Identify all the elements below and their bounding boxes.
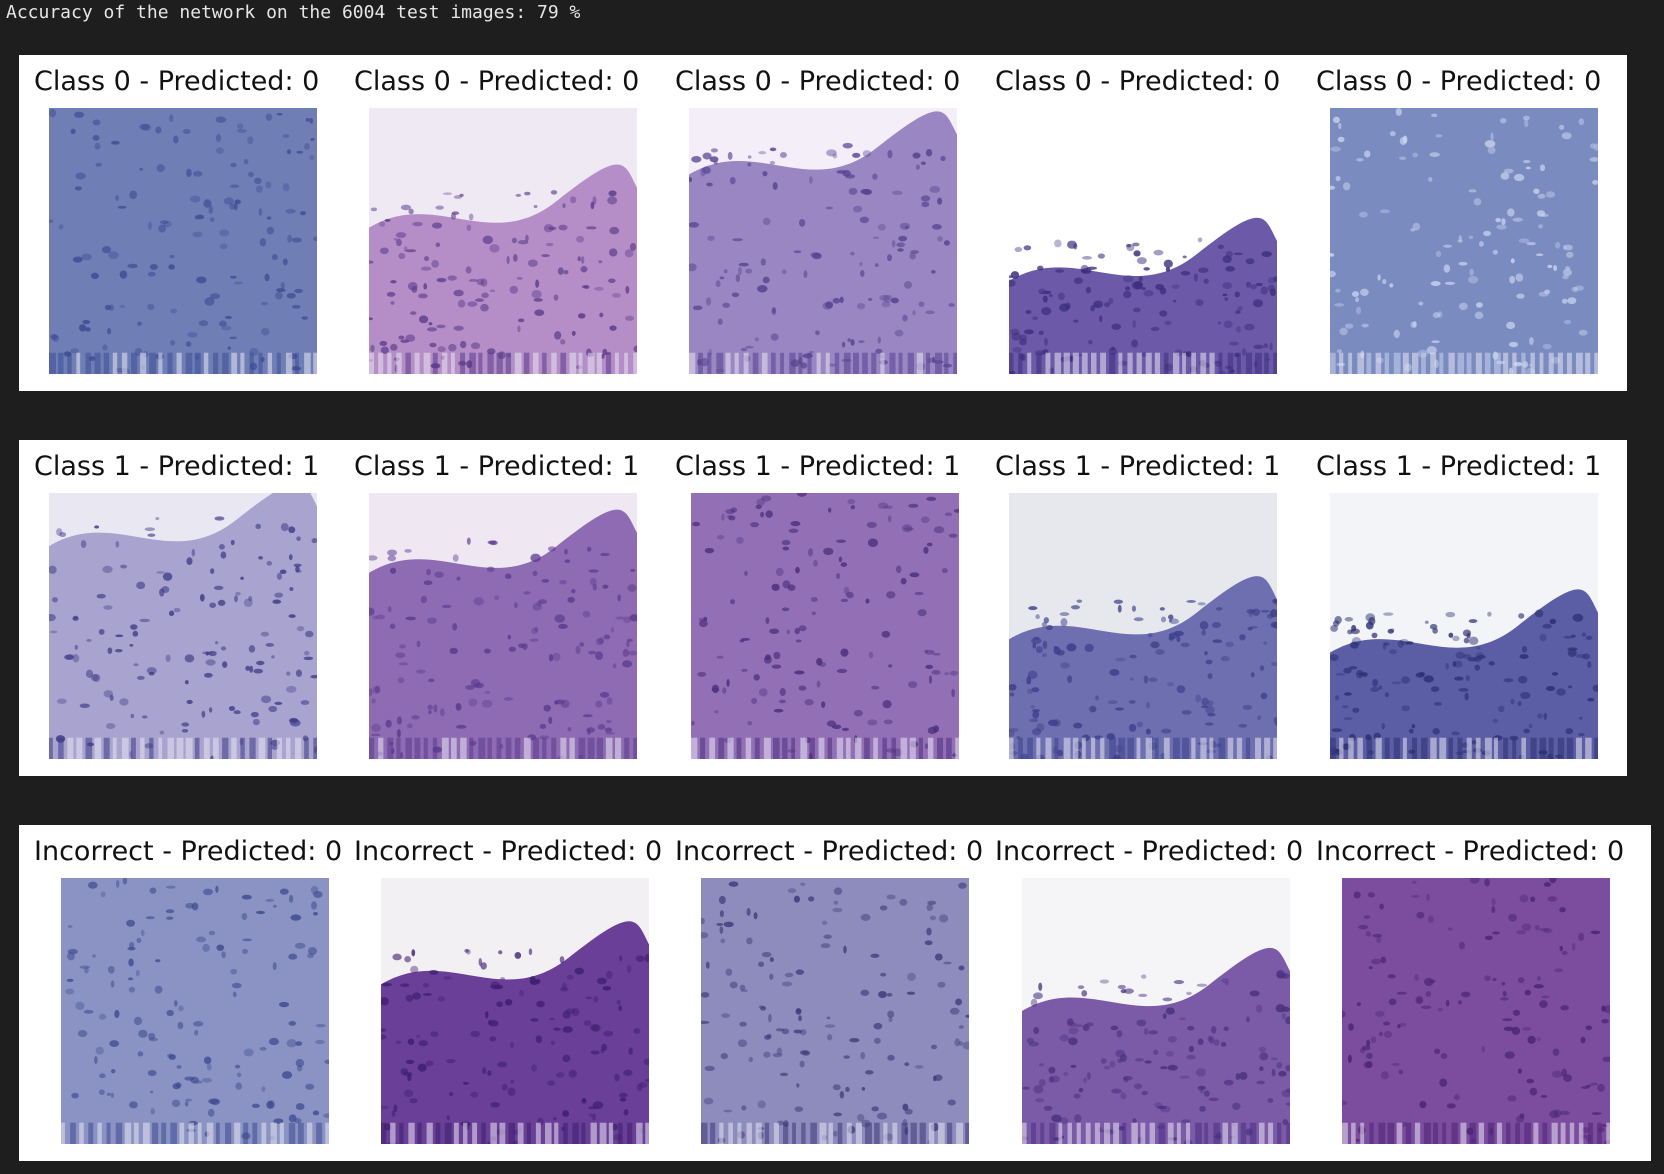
histology-image: [1009, 493, 1277, 759]
histology-image: [1022, 878, 1290, 1144]
histology-image: [369, 108, 637, 374]
tile-title: Incorrect - Predicted: 0: [1316, 836, 1625, 867]
tile-title: Class 1 - Predicted: 1: [1316, 451, 1602, 482]
histology-image: [689, 108, 957, 374]
console-output-line: Accuracy of the network on the 6004 test…: [6, 2, 581, 23]
tile-title: Class 1 - Predicted: 1: [995, 451, 1281, 482]
tile-title: Class 1 - Predicted: 1: [34, 451, 320, 482]
histology-image: [691, 493, 959, 759]
tile-title: Incorrect - Predicted: 0: [995, 836, 1304, 867]
tile-title: Class 0 - Predicted: 0: [995, 66, 1281, 97]
histology-image: [1330, 493, 1598, 759]
tile-title: Incorrect - Predicted: 0: [675, 836, 984, 867]
tile-title: Class 1 - Predicted: 1: [354, 451, 640, 482]
incorrect-figure: Incorrect - Predicted: 0 Incorrect - Pred…: [19, 825, 1651, 1161]
tile-title: Class 0 - Predicted: 0: [1316, 66, 1602, 97]
histology-image: [49, 108, 317, 374]
tile-title: Incorrect - Predicted: 0: [34, 836, 343, 867]
class-1-figure: Class 1 - Predicted: 1 Class 1 - Predicte…: [19, 440, 1627, 776]
tile-title: Class 0 - Predicted: 0: [675, 66, 961, 97]
histology-image: [369, 493, 637, 759]
histology-image: [701, 878, 969, 1144]
histology-image: [49, 493, 317, 759]
histology-image: [1009, 108, 1277, 374]
histology-image: [381, 878, 649, 1144]
histology-image: [1330, 108, 1598, 374]
tile-title: Class 1 - Predicted: 1: [675, 451, 961, 482]
histology-image: [1342, 878, 1610, 1144]
tile-title: Class 0 - Predicted: 0: [34, 66, 320, 97]
tile-title: Incorrect - Predicted: 0: [354, 836, 663, 867]
tile-title: Class 0 - Predicted: 0: [354, 66, 640, 97]
class-0-figure: Class 0 - Predicted: 0 Class 0 - Predicte…: [19, 55, 1627, 391]
histology-image: [61, 878, 329, 1144]
